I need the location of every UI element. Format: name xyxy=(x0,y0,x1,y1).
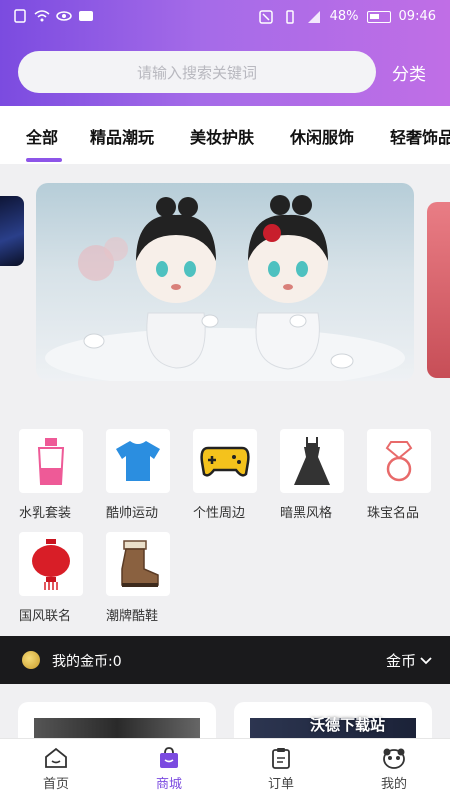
grid-item-sports[interactable]: 酷帅运动 xyxy=(106,429,186,521)
home-icon xyxy=(45,747,67,768)
dress-icon xyxy=(280,429,344,493)
vibrate-icon xyxy=(285,9,294,24)
grid-item-merch[interactable]: 个性周边 xyxy=(193,429,273,521)
status-right: 48% 09:46 xyxy=(258,9,436,24)
grid-item-sneakers[interactable]: 潮牌酷鞋 xyxy=(106,532,186,624)
chevron-down-icon xyxy=(420,656,432,664)
grid-item-dark-style[interactable]: 暗黑风格 xyxy=(280,429,360,521)
tshirt-icon xyxy=(106,429,170,493)
category-button[interactable]: 分类 xyxy=(392,60,426,85)
ring-icon xyxy=(367,429,431,493)
tab-casual-wear[interactable]: 休闲服饰 xyxy=(290,124,354,148)
panda-face-icon xyxy=(383,748,405,769)
grid-label: 潮牌酷鞋 xyxy=(106,609,159,624)
battery-percent: 48% xyxy=(329,9,359,24)
grid-item-skincare[interactable]: 水乳套装 xyxy=(19,429,99,521)
grid-label: 国风联名 xyxy=(19,609,72,624)
watermark-text: 沃德下载站 xyxy=(310,716,386,734)
sim-icon xyxy=(14,9,26,23)
my-coins-label: 我的金币:0 xyxy=(52,654,122,670)
nav-mine[interactable]: 我的 xyxy=(354,747,434,792)
search-placeholder: 请输入搜索关键词 xyxy=(136,63,257,82)
tab-beauty[interactable]: 美妆护肤 xyxy=(190,124,254,148)
eye-icon xyxy=(56,11,72,21)
grid-label: 暗黑风格 xyxy=(280,506,333,521)
header-bar: 48% 09:46 请输入搜索关键词 分类 xyxy=(0,0,450,106)
active-tab-indicator xyxy=(26,158,62,162)
cosmetic-tube-icon xyxy=(19,429,83,493)
nav-shop[interactable]: 商城 xyxy=(129,747,209,792)
order-clipboard-icon xyxy=(272,748,290,769)
boot-icon xyxy=(106,532,170,596)
status-bar: 48% 09:46 xyxy=(0,0,450,36)
shop-bag-icon xyxy=(160,747,178,768)
nav-label: 首页 xyxy=(42,777,69,792)
grid-label: 水乳套装 xyxy=(19,506,72,521)
banner-carousel[interactable] xyxy=(0,164,450,404)
bottom-nav: 首页 商城 订单 我的 xyxy=(0,738,450,800)
grid-label: 个性周边 xyxy=(193,506,246,521)
grid-label: 珠宝名品 xyxy=(367,506,420,521)
banner-figurines-illustration xyxy=(45,195,405,381)
grid-label: 酷帅运动 xyxy=(106,506,159,521)
app-notify-icon xyxy=(79,11,93,21)
nfc-icon xyxy=(258,9,273,24)
gamepad-icon xyxy=(193,429,257,493)
search-input[interactable]: 请输入搜索关键词 xyxy=(18,51,376,93)
lantern-icon xyxy=(19,532,83,596)
figurine-left xyxy=(136,197,216,369)
clock: 09:46 xyxy=(398,9,436,24)
signal-icon xyxy=(307,10,320,23)
wifi-icon xyxy=(34,10,50,22)
status-left-icons xyxy=(12,9,94,23)
banner-prev-slide[interactable] xyxy=(0,196,24,266)
coin-filter-label: 金币 xyxy=(385,652,416,670)
nav-orders[interactable]: 订单 xyxy=(241,747,321,792)
nav-home[interactable]: 首页 xyxy=(16,747,96,792)
battery-icon xyxy=(366,10,391,23)
grid-item-jewelry[interactable]: 珠宝名品 xyxy=(367,429,447,521)
tab-all[interactable]: 全部 xyxy=(26,124,58,148)
coin-filter-dropdown[interactable]: 金币 xyxy=(386,650,432,671)
nav-label: 我的 xyxy=(380,777,407,792)
nav-label: 商城 xyxy=(155,777,182,792)
coins-bar: 我的金币:0 金币 xyxy=(0,636,450,684)
tab-light-luxury[interactable]: 轻奢饰品 xyxy=(390,124,450,148)
coin-icon xyxy=(22,651,40,669)
banner-image[interactable] xyxy=(36,183,414,381)
grid-item-national-style[interactable]: 国风联名 xyxy=(19,532,99,624)
tab-trendy-toys[interactable]: 精品潮玩 xyxy=(90,124,154,148)
figurine-right xyxy=(248,195,328,370)
nav-label: 订单 xyxy=(267,777,294,792)
banner-next-slide[interactable] xyxy=(427,202,450,378)
category-tabs: 全部 精品潮玩 美妆护肤 休闲服饰 轻奢饰品 xyxy=(0,106,450,164)
